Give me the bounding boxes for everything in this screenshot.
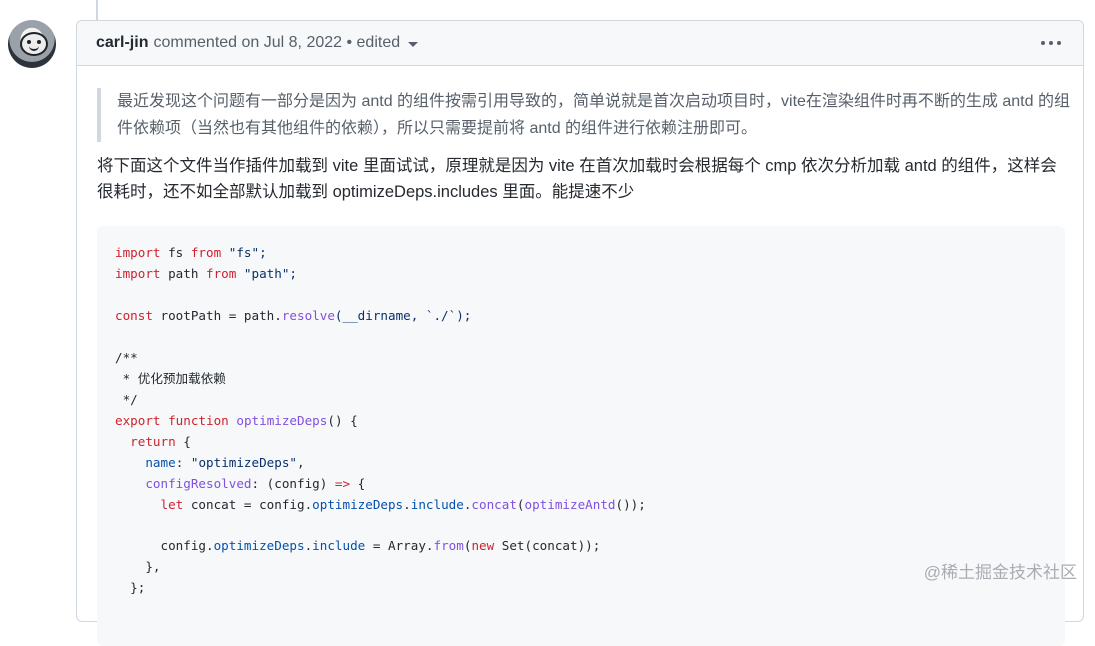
code-line: }; xyxy=(115,580,146,595)
author-link[interactable]: carl-jin xyxy=(96,34,148,52)
code-line: configResolved: (config) => { xyxy=(145,476,366,491)
edit-history-caret-icon[interactable] xyxy=(408,42,419,47)
comment-paragraph: 将下面这个文件当作插件加载到 vite 里面试试，原理就是因为 vite 在首次… xyxy=(97,157,1057,201)
code-line: }, xyxy=(115,559,161,574)
author-avatar[interactable] xyxy=(8,20,56,68)
watermark: @稀土掘金技术社区 xyxy=(923,563,1077,582)
code-line: name: "optimizeDeps", xyxy=(145,455,305,470)
timeline-line xyxy=(96,0,98,20)
code-line: config.optimizeDeps.include = Array.from… xyxy=(115,538,601,553)
code-line: */ xyxy=(115,392,138,407)
comment-options-kebab-icon[interactable] xyxy=(1039,34,1063,52)
code-line: /** xyxy=(115,350,138,365)
code-line: let concat = config.optimizeDeps.include… xyxy=(160,497,646,512)
code-line: import path from "path"; xyxy=(115,266,298,281)
code-line: return { xyxy=(130,434,191,449)
code-line: export function optimizeDeps() { xyxy=(115,413,358,428)
code-line: import fs from "fs"; xyxy=(115,245,267,260)
blockquote: 最近发现这个问题有一部分是因为 antd 的组件按需引用导致的，简单说就是首次启… xyxy=(97,88,1077,142)
comment-card: carl-jin commented on Jul 8, 2022 • edit… xyxy=(76,20,1084,646)
code-line: * 优化预加载依赖 xyxy=(115,371,226,386)
code-line: const rootPath = path.resolve(__dirname,… xyxy=(115,308,472,323)
comment-header: carl-jin commented on Jul 8, 2022 • edit… xyxy=(77,21,1083,66)
comment-meta[interactable]: commented on Jul 8, 2022 • edited xyxy=(153,34,400,52)
code-block: import fs from "fs"; import path from "p… xyxy=(97,226,1065,646)
